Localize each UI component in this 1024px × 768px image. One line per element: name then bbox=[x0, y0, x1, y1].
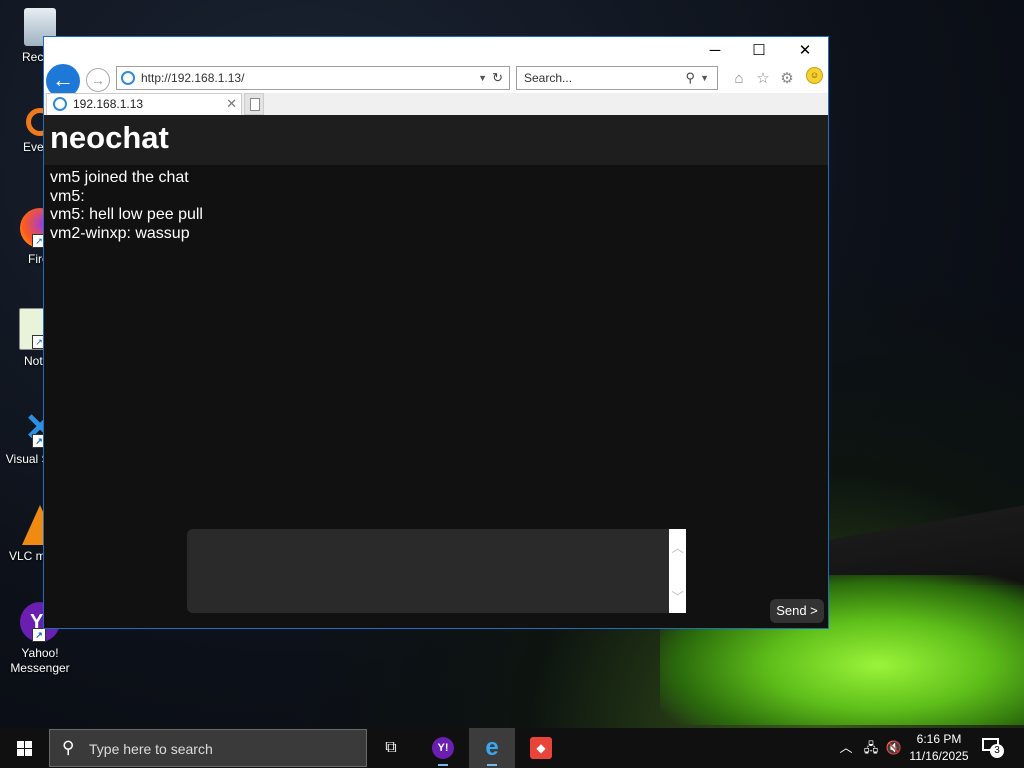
message: vm5: bbox=[50, 187, 85, 205]
favorites-star-icon[interactable]: ☆ bbox=[754, 70, 772, 88]
tab-close-icon[interactable]: ✕ bbox=[226, 94, 237, 114]
minimize-button[interactable]: ─ bbox=[692, 37, 738, 65]
message-input[interactable] bbox=[187, 529, 686, 613]
navigation-bar: ← → http://192.168.1.13/ ▼ ↻ Search... ⚲… bbox=[44, 63, 828, 98]
ie-page-icon bbox=[121, 71, 135, 85]
scroll-up-icon[interactable]: ︿ bbox=[669, 539, 686, 556]
start-button[interactable] bbox=[0, 728, 48, 768]
title-bar[interactable]: ─ ☐ ✕ bbox=[44, 37, 828, 65]
send-button[interactable]: Send > bbox=[770, 599, 824, 623]
task-view-button[interactable]: ⧉ bbox=[368, 728, 414, 768]
message: vm5: hell low pee pull bbox=[50, 206, 203, 223]
app-title: neochat bbox=[50, 120, 169, 155]
internet-explorer-icon: e bbox=[485, 734, 499, 761]
app-header: neochat bbox=[44, 115, 828, 165]
anydesk-icon: ◆ bbox=[530, 737, 552, 759]
search-box[interactable]: Search... ⚲ ▼ bbox=[516, 66, 718, 90]
search-placeholder[interactable]: Search... bbox=[524, 67, 572, 89]
scroll-down-icon[interactable]: ﹀ bbox=[669, 588, 686, 605]
browser-window: ─ ☐ ✕ ← → http://192.168.1.13/ ▼ ↻ Searc… bbox=[43, 36, 829, 629]
refresh-icon[interactable]: ↻ bbox=[492, 67, 503, 89]
running-indicator bbox=[487, 764, 497, 766]
running-indicator bbox=[438, 764, 448, 766]
forward-arrow-icon: → bbox=[91, 72, 105, 88]
feedback-smiley-icon[interactable]: ☺ bbox=[806, 67, 823, 84]
volume-muted-icon[interactable]: 🔇 bbox=[884, 728, 904, 768]
windows-logo-icon bbox=[17, 741, 32, 756]
address-bar[interactable]: http://192.168.1.13/ ▼ ↻ bbox=[116, 66, 510, 90]
message: vm5 joined the chat bbox=[50, 169, 189, 186]
page-content: neochat vm5 joined the chat vm5: vm5: he… bbox=[44, 115, 828, 628]
taskbar-anydesk[interactable]: ◆ bbox=[518, 728, 564, 768]
task-view-icon: ⧉ bbox=[385, 739, 397, 756]
taskbar-yahoo-messenger[interactable]: Y! bbox=[420, 728, 466, 768]
chevron-up-icon: ︿ bbox=[839, 740, 853, 755]
search-dropdown-icon[interactable]: ▼ bbox=[700, 67, 709, 89]
close-button[interactable]: ✕ bbox=[782, 37, 828, 65]
yahoo-messenger-icon: Y! bbox=[432, 737, 454, 759]
tab-title: 192.168.1.13 bbox=[73, 97, 144, 111]
tab-bar: 192.168.1.13 ✕ bbox=[44, 93, 828, 115]
taskbar: ⚲ Type here to search ⧉ Y! e ◆ ︿ 🖧 🔇 6:1… bbox=[0, 728, 1024, 768]
show-hidden-icons-button[interactable]: ︿ bbox=[836, 728, 856, 768]
notification-center-button[interactable]: 3 bbox=[982, 738, 1004, 758]
home-icon[interactable]: ⌂ bbox=[730, 70, 748, 88]
forward-button[interactable]: → bbox=[86, 68, 110, 92]
new-tab-button[interactable] bbox=[244, 93, 264, 115]
message-input-scrollbar[interactable]: ︿ ﹀ bbox=[669, 529, 686, 613]
ie-tab-icon bbox=[53, 97, 67, 111]
gear-icon[interactable]: ⚙ bbox=[778, 70, 796, 88]
address-dropdown-icon[interactable]: ▼ bbox=[478, 67, 487, 89]
back-arrow-icon: ← bbox=[52, 67, 74, 92]
notification-count: 3 bbox=[990, 744, 1004, 758]
search-icon[interactable]: ⚲ bbox=[685, 67, 695, 89]
clock[interactable]: 6:16 PM 11/16/2025 bbox=[906, 731, 972, 765]
taskbar-search[interactable]: ⚲ Type here to search bbox=[49, 729, 367, 767]
clock-date: 11/16/2025 bbox=[909, 749, 969, 763]
network-icon[interactable]: 🖧 bbox=[860, 728, 882, 768]
clock-time: 6:16 PM bbox=[916, 732, 962, 746]
taskbar-search-placeholder[interactable]: Type here to search bbox=[89, 741, 213, 757]
address-url[interactable]: http://192.168.1.13/ bbox=[141, 67, 244, 89]
taskbar-internet-explorer[interactable]: e bbox=[469, 728, 515, 768]
tab-active[interactable]: 192.168.1.13 ✕ bbox=[46, 93, 242, 115]
message-list: vm5 joined the chat vm5: vm5: hell low p… bbox=[50, 169, 822, 243]
search-icon: ⚲ bbox=[62, 738, 75, 757]
message: vm2-winxp: wassup bbox=[50, 224, 190, 242]
mountain-silhouette bbox=[828, 505, 1024, 585]
maximize-button[interactable]: ☐ bbox=[736, 37, 782, 65]
